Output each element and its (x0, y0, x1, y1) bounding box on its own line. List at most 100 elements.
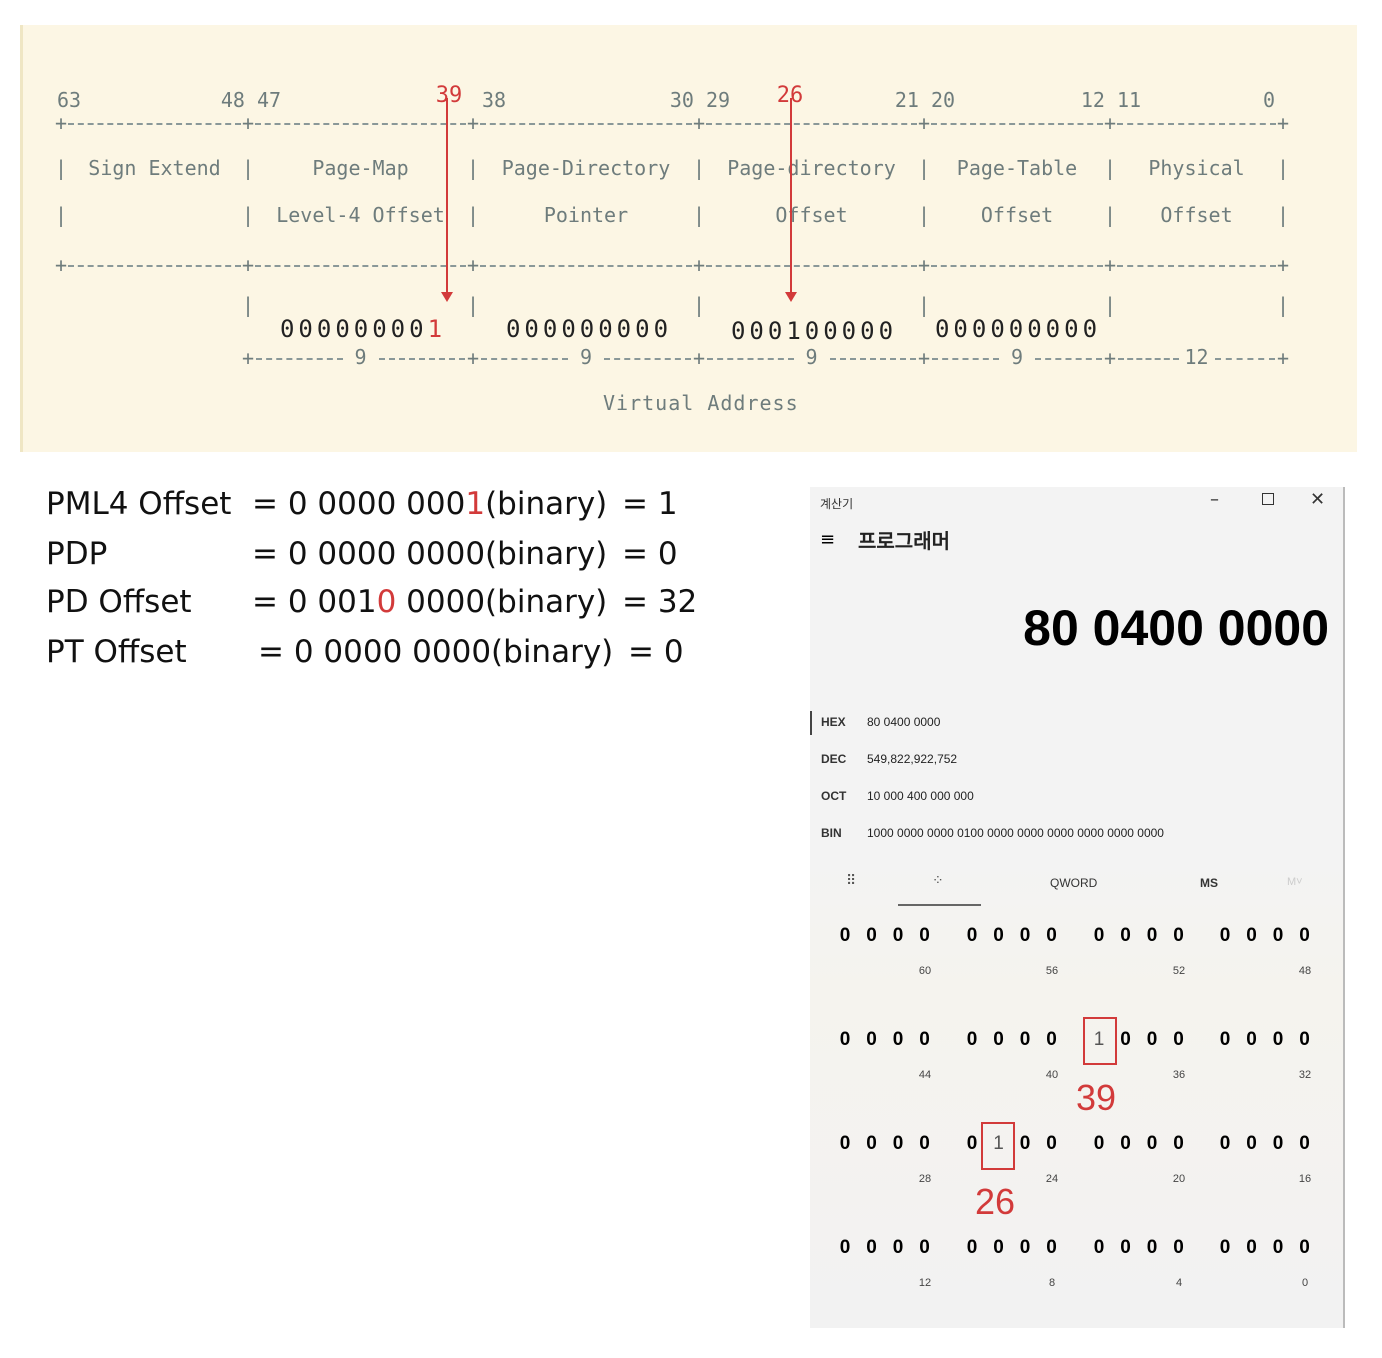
table-corner: + (917, 253, 931, 277)
bit-toggle[interactable]: 0 (840, 925, 851, 947)
field-label: Page-directory (727, 156, 896, 180)
bit-toggle[interactable]: 0 (993, 1237, 1004, 1259)
bit-toggle[interactable]: 0 (1273, 1133, 1284, 1155)
bit-toggle[interactable]: 0 (1147, 925, 1158, 947)
bit-number: 0 (1262, 88, 1276, 112)
width-corner: + (917, 346, 931, 370)
bit-position-label: 36 (1172, 1069, 1186, 1081)
bit-toggle[interactable]: 0 (893, 1133, 904, 1155)
table-border (931, 265, 1103, 267)
bit-toggle[interactable]: 0 (1020, 1029, 1031, 1051)
bit-toggle[interactable]: 0 (1094, 925, 1105, 947)
bit-toggle[interactable]: 0 (840, 1237, 851, 1259)
bit-toggle[interactable]: 0 (1246, 925, 1257, 947)
bit-toggle[interactable]: 0 (1046, 1133, 1057, 1155)
bit-toggle[interactable]: 0 (840, 1029, 851, 1051)
bit-toggle[interactable]: 0 (1046, 925, 1057, 947)
field-label: Offset (775, 203, 848, 227)
bit-toggle[interactable]: 0 (967, 1029, 978, 1051)
bit-toggle[interactable]: 0 (1220, 1133, 1231, 1155)
table-divider: | (242, 293, 255, 317)
bit-toggle[interactable]: 0 (1147, 1237, 1158, 1259)
active-tab-underline (898, 904, 981, 906)
bit-toggle[interactable]: 0 (1046, 1029, 1057, 1051)
bit-toggle[interactable]: 0 (993, 1029, 1004, 1051)
main-display: 80 0400 0000 (1023, 600, 1329, 656)
maximize-button[interactable] (1262, 493, 1274, 505)
bit-toggle[interactable]: 0 (1220, 1237, 1231, 1259)
bit-toggle[interactable]: 0 (1173, 925, 1184, 947)
bit-toggle[interactable]: 0 (993, 925, 1004, 947)
bit-toggle[interactable]: 0 (1273, 1029, 1284, 1051)
table-border (480, 123, 692, 125)
bit-toggle[interactable]: 0 (919, 1237, 930, 1259)
memory-list-button[interactable]: M˅ (1287, 876, 1303, 888)
table-border (1117, 265, 1276, 267)
bit-toggle[interactable]: 0 (1120, 1133, 1131, 1155)
word-size-button[interactable]: QWORD (1050, 876, 1097, 890)
bit-toggle[interactable]: 0 (1299, 1133, 1310, 1155)
bit-toggle[interactable]: 0 (1094, 1237, 1105, 1259)
table-border (255, 123, 466, 125)
bit-toggle[interactable]: 0 (1046, 1237, 1057, 1259)
bit-toggle[interactable]: 0 (919, 1029, 930, 1051)
bit-toggle[interactable]: 0 (866, 1237, 877, 1259)
bit-toggle[interactable]: 0 (1020, 1133, 1031, 1155)
width-border (932, 358, 999, 360)
bit-toggle[interactable]: 0 (1147, 1133, 1158, 1155)
bit-toggle[interactable]: 0 (840, 1133, 851, 1155)
memory-store-button[interactable]: MS (1200, 876, 1218, 890)
bit-number: 30 29 (669, 88, 731, 112)
equation-result: = 32 (622, 584, 698, 620)
bit-toggle[interactable]: 0 (1147, 1029, 1158, 1051)
bit-toggle[interactable]: 0 (1246, 1029, 1257, 1051)
bit-toggle[interactable]: 0 (1220, 925, 1231, 947)
bit-toggle-icon[interactable]: ⁘ (932, 873, 944, 889)
hamburger-menu-icon[interactable]: ≡ (820, 529, 835, 550)
bit-toggle[interactable]: 0 (1299, 1237, 1310, 1259)
bit-39-highlight-box (1083, 1017, 1117, 1065)
radix-label: BIN (821, 826, 842, 840)
bit-toggle[interactable]: 0 (1173, 1237, 1184, 1259)
width-border (604, 358, 691, 360)
bit-toggle[interactable]: 0 (893, 925, 904, 947)
bit-position-label: 32 (1298, 1069, 1312, 1081)
bit-toggle[interactable]: 0 (967, 925, 978, 947)
bit-toggle[interactable]: 0 (1273, 1237, 1284, 1259)
bit-toggle[interactable]: 0 (1120, 1237, 1131, 1259)
bit-toggle[interactable]: 0 (893, 1029, 904, 1051)
field-label: Physical (1148, 156, 1245, 180)
bit-toggle[interactable]: 0 (1299, 1029, 1310, 1051)
bit-toggle[interactable]: 0 (1173, 1029, 1184, 1051)
bit-toggle[interactable]: 0 (1299, 925, 1310, 947)
bit-toggle[interactable]: 0 (919, 925, 930, 947)
bit-toggle[interactable]: 0 (1220, 1029, 1231, 1051)
bit-toggle[interactable]: 0 (1246, 1237, 1257, 1259)
bit-toggle[interactable]: 0 (893, 1237, 904, 1259)
bit-toggle[interactable]: 0 (1173, 1133, 1184, 1155)
bit-toggle[interactable]: 0 (967, 1237, 978, 1259)
bit-toggle[interactable]: 0 (919, 1133, 930, 1155)
bit-toggle[interactable]: 0 (866, 1029, 877, 1051)
bit-toggle[interactable]: 0 (1020, 1237, 1031, 1259)
keypad-icon[interactable]: ⠿ (846, 873, 856, 889)
field-width: 9 (805, 345, 818, 369)
close-button[interactable]: ✕ (1310, 489, 1325, 510)
bit-toggle[interactable]: 0 (1120, 925, 1131, 947)
bit-toggle[interactable]: 0 (1246, 1133, 1257, 1155)
minimize-button[interactable]: – (1210, 489, 1219, 510)
bit-toggle[interactable]: 0 (1020, 925, 1031, 947)
bit-toggle[interactable]: 0 (1273, 925, 1284, 947)
field-label: Sign Extend (88, 156, 221, 180)
bit-position-label: 44 (918, 1069, 932, 1081)
width-border (1214, 358, 1275, 360)
bit-toggle[interactable]: 0 (1094, 1133, 1105, 1155)
bit-toggle[interactable]: 0 (866, 1133, 877, 1155)
table-corner: + (54, 111, 68, 135)
table-divider: | (693, 293, 706, 317)
bit-toggle[interactable]: 0 (1120, 1029, 1131, 1051)
bit-toggle[interactable]: 0 (967, 1133, 978, 1155)
table-divider: | (467, 203, 480, 227)
table-corner: + (54, 253, 68, 277)
bit-toggle[interactable]: 0 (866, 925, 877, 947)
